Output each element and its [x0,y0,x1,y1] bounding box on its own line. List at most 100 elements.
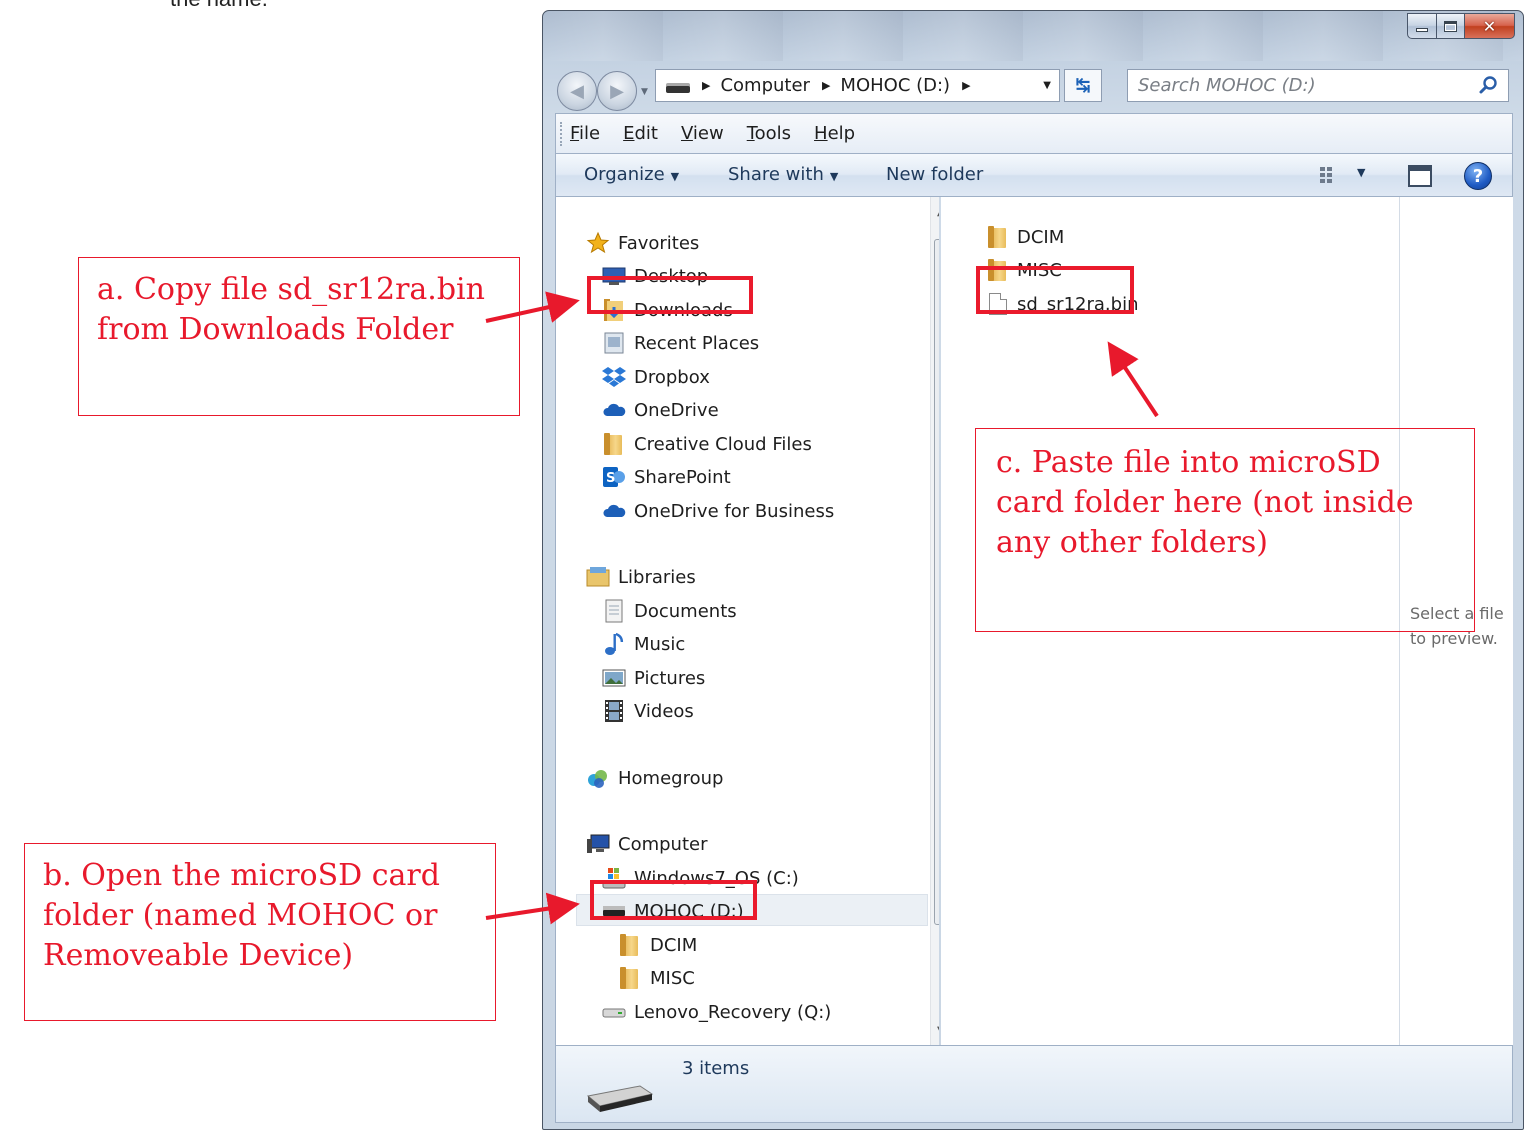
minimize-button[interactable] [1407,13,1437,39]
menu-view[interactable]: View [681,123,724,144]
views-dropdown-icon[interactable]: ▼ [1357,166,1365,179]
details-pane: 3 items [555,1045,1513,1123]
star-icon [586,231,610,255]
annotation-c: c. Paste file into microSD card folder h… [975,428,1475,632]
chevron-right-icon[interactable]: ▶ [702,79,710,92]
back-button[interactable]: ◀ [557,71,597,111]
onedrive-cloud-icon [602,499,626,523]
nav-onedrive-business[interactable]: OneDrive for Business [602,496,834,526]
maximize-button[interactable] [1437,13,1465,39]
folder-icon [987,226,1009,248]
menu-edit[interactable]: Edit [623,123,658,144]
refresh-button[interactable]: ↹ [1064,69,1102,102]
chevron-right-icon[interactable]: ▶ [962,79,970,92]
search-icon[interactable] [1478,75,1498,95]
minimize-icon [1416,28,1428,32]
preview-pane-icon[interactable] [1408,165,1432,187]
file-item-dcim[interactable]: DCIM [987,222,1064,252]
onedrive-cloud-icon [602,398,626,422]
nav-music[interactable]: Music [602,629,685,659]
annotation-b-line2: folder (named MOHOC or [43,898,438,933]
menu-bar: File Edit View Tools Help [555,113,1513,153]
annotation-b: b. Open the microSD card folder (named M… [24,843,496,1021]
refresh-icon: ↹ [1075,75,1091,96]
nav-pane-scrollbar[interactable]: ▲ ▼ [930,197,939,1045]
share-with-button[interactable]: Share with ▼ [728,164,838,185]
menu-file[interactable]: File [570,123,600,144]
menu-tools[interactable]: Tools [747,123,791,144]
chevron-right-icon[interactable]: ▶ [822,79,830,92]
forward-button[interactable]: ▶ [597,71,637,111]
search-input[interactable]: Search MOHOC (D:) [1127,69,1509,102]
forward-arrow-icon: ▶ [610,80,624,102]
libraries-icon [586,565,610,589]
caption-buttons: ✕ [1407,13,1515,39]
drive-icon [602,1000,626,1024]
scrollbar-thumb[interactable] [934,239,939,925]
removable-drive-large-icon [586,1085,654,1112]
nav-favorites[interactable]: Favorites [586,228,699,258]
close-icon: ✕ [1482,16,1497,36]
annotation-a: a. Copy file sd_sr12ra.bin from Download… [78,257,520,416]
help-icon[interactable]: ? [1464,162,1492,190]
nav-sharepoint[interactable]: S SharePoint [602,462,731,492]
nav-homegroup[interactable]: Homegroup [586,763,723,793]
scroll-up-arrow-icon[interactable]: ▲ [937,207,939,218]
search-placeholder: Search MOHOC (D:) [1138,75,1316,96]
chevron-down-icon: ▼ [670,170,680,183]
pictures-icon [602,666,626,690]
navigation-bar: ◀ ▶ ▼ ▶ Computer ▶ MOHOC (D:) ▶ ▼ ↹ Sear… [555,67,1517,117]
nav-videos[interactable]: Videos [602,696,694,726]
annotation-b-line3: Removeable Device) [43,938,354,973]
address-dropdown-icon[interactable]: ▼ [1043,80,1051,91]
folder-icon [602,432,626,456]
organize-button[interactable]: Organize ▼ [584,164,679,185]
documents-icon [602,599,626,623]
folder-icon [618,966,642,990]
chevron-down-icon: ▼ [829,170,839,183]
menu-help[interactable]: Help [814,123,855,144]
folder-icon [618,933,642,957]
nav-lenovo-recovery-drive[interactable]: Lenovo_Recovery (Q:) [602,997,831,1027]
nav-dcim-folder[interactable]: DCIM [618,930,697,960]
annotation-a-line1: a. Copy file sd_sr12ra.bin [97,272,485,307]
back-arrow-icon: ◀ [570,80,584,102]
address-bar[interactable]: ▶ Computer ▶ MOHOC (D:) ▶ ▼ [655,69,1060,102]
nav-misc-folder[interactable]: MISC [618,963,695,993]
recent-places-icon [602,331,626,355]
nav-documents[interactable]: Documents [602,596,737,626]
sharepoint-icon: S [602,465,626,489]
music-note-icon [602,632,626,656]
drive-icon [666,86,690,93]
item-count: 3 items [682,1058,750,1079]
annotation-a-line2: from Downloads Folder [97,312,454,347]
nav-libraries[interactable]: Libraries [586,562,696,592]
new-folder-button[interactable]: New folder [886,164,983,185]
scroll-down-arrow-icon[interactable]: ▼ [937,1025,939,1036]
cropped-caption-text: the name. [170,0,268,12]
nav-dropbox[interactable]: Dropbox [602,362,710,392]
film-strip-icon [602,699,626,723]
command-bar: Organize ▼ Share with ▼ New folder ▼ ? [555,153,1513,197]
nav-recent-places[interactable]: Recent Places [602,328,759,358]
nav-onedrive[interactable]: OneDrive [602,395,719,425]
recent-pages-dropdown[interactable]: ▼ [641,87,648,97]
breadcrumb-computer[interactable]: Computer [720,75,809,96]
close-button[interactable]: ✕ [1465,13,1515,39]
annotation-c-line1: c. Paste file into microSD [996,445,1381,480]
highlight-sd-file [976,266,1134,314]
computer-icon [586,832,610,856]
nav-creative-cloud[interactable]: Creative Cloud Files [602,429,812,459]
change-view-icon[interactable] [1318,164,1340,186]
menu-grip [560,122,562,146]
svg-text:S: S [606,471,615,486]
homegroup-icon [586,766,610,790]
breadcrumb-mohoc[interactable]: MOHOC (D:) [840,75,950,96]
dropbox-icon [602,365,626,389]
nav-computer[interactable]: Computer [586,829,707,859]
annotation-c-line3: any other folders) [996,525,1268,560]
annotation-b-line1: b. Open the microSD card [43,858,440,893]
highlight-downloads [587,276,753,314]
nav-pictures[interactable]: Pictures [602,663,705,693]
highlight-mohoc-drive [590,880,757,920]
